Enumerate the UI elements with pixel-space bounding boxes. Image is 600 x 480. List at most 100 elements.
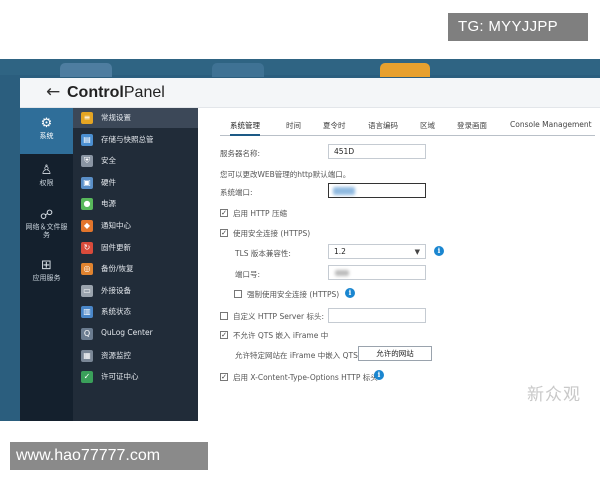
submenu-item-label: 存储与快照总管 xyxy=(101,134,154,144)
obscured-value xyxy=(335,270,349,276)
https-label: 使用安全连接 (HTTPS) xyxy=(233,229,311,238)
chip-icon: ▣ xyxy=(81,176,93,189)
bell-icon: ◆ xyxy=(81,220,93,232)
shield-icon: ⛨ xyxy=(81,155,93,168)
backup-icon: ◎ xyxy=(81,263,93,276)
http-compress-label: 启用 HTTP 压缩 xyxy=(233,209,287,218)
tls-label: TLS 版本兼容性: xyxy=(235,249,291,258)
tab-region[interactable]: 区域 xyxy=(420,120,435,131)
force-https-checkbox[interactable] xyxy=(234,290,242,298)
monitor-icon: ▦ xyxy=(81,349,93,362)
taskbar xyxy=(0,59,600,77)
http-compress-checkbox[interactable]: ✓ xyxy=(220,209,228,217)
system-submenu: ≡ 常规设置 ▤ 存储与快照总管 ⛨ 安全 ▣ 硬件 ● 电源 ◆ 通知中心 ↻ 固件更新 ◎ 备份/恢复 ▭ 外… xyxy=(73,108,198,421)
app-title-light: Panel xyxy=(123,84,165,101)
xcto-checkbox[interactable]: ✓ xyxy=(220,373,228,381)
custom-header-checkbox[interactable] xyxy=(220,312,228,320)
submenu-item-label: 备份/恢复 xyxy=(101,264,134,274)
list-icon: ≡ xyxy=(81,112,93,124)
app-title-bold: Control xyxy=(67,84,124,101)
submenu-item-label: 硬件 xyxy=(101,177,116,187)
tab-login-screen[interactable]: 登录画面 xyxy=(457,120,487,131)
submenu-item-label: 外接设备 xyxy=(101,285,131,295)
user-icon: ♙ xyxy=(40,163,53,178)
arrow-left-icon[interactable]: ← xyxy=(46,83,60,101)
https-checkbox[interactable]: ✓ xyxy=(220,229,228,237)
submenu-item-storage-snapshots[interactable]: ▤ 存储与快照总管 xyxy=(73,130,198,150)
license-icon: ✓ xyxy=(81,371,93,384)
status-icon: ▥ xyxy=(81,306,93,319)
watermark-top: TG: MYYJJPP xyxy=(448,13,588,41)
system-port-input[interactable] xyxy=(328,183,426,198)
app-title: ControlPanel xyxy=(67,84,165,102)
submenu-item-general-settings[interactable]: ≡ 常规设置 xyxy=(73,108,198,128)
refresh-icon: ↻ xyxy=(81,241,93,254)
submenu-item-power[interactable]: ● 电源 xyxy=(73,194,198,214)
main-nav: ⚙ 系统 ♙ 权限 ☍ 网络＆文件服务 ⊞ 应用服务 xyxy=(20,108,73,421)
tab-time[interactable]: 时间 xyxy=(286,120,301,131)
port-number-input[interactable] xyxy=(328,265,426,280)
tab-system-admin[interactable]: 系统管理 xyxy=(230,120,260,136)
submenu-item-resource-monitor[interactable]: ▦ 资源监控 xyxy=(73,346,198,366)
nav-item-network[interactable]: ☍ 网络＆文件服务 xyxy=(20,203,73,248)
xcto-label: 启用 X-Content-Type-Options HTTP 标头 xyxy=(233,373,378,382)
server-name-label: 服务器名称: xyxy=(220,149,261,158)
submenu-item-label: QuLog Center xyxy=(101,328,153,337)
server-name-input[interactable]: 451D xyxy=(328,144,426,159)
info-icon[interactable]: i xyxy=(434,246,444,256)
network-icon: ☍ xyxy=(39,208,54,223)
submenu-item-license-center[interactable]: ✓ 许可证中心 xyxy=(73,367,198,387)
nav-item-label: 权限 xyxy=(39,179,54,187)
settings-content: 系统管理 时间 夏令时 语言编码 区域 登录画面 Console Managem… xyxy=(198,108,600,421)
screenshot-root: TG: MYYJJPP ← ControlPanel ⚙ 系统 ♙ 权限 ☍ 网… xyxy=(0,0,600,480)
custom-header-input[interactable] xyxy=(328,308,426,323)
iframe-block-label: 不允许 QTS 嵌入 iFrame 中 xyxy=(233,331,329,340)
submenu-item-label: 系统状态 xyxy=(101,307,131,317)
taskbar-button[interactable] xyxy=(60,63,112,77)
taskbar-button[interactable] xyxy=(380,63,430,77)
submenu-item-label: 资源监控 xyxy=(101,350,131,360)
submenu-item-label: 电源 xyxy=(101,199,116,209)
usb-icon: ▭ xyxy=(81,284,93,297)
nav-item-label: 网络＆文件服务 xyxy=(25,223,68,239)
gear-icon: ⚙ xyxy=(40,116,53,131)
apps-icon: ⊞ xyxy=(41,258,52,273)
control-panel-window: ← ControlPanel ⚙ 系统 ♙ 权限 ☍ 网络＆文件服务 ⊞ 应用服… xyxy=(20,78,600,421)
submenu-item-label: 通知中心 xyxy=(101,221,131,230)
submenu-item-external-device[interactable]: ▭ 外接设备 xyxy=(73,281,198,301)
submenu-item-qulog-center[interactable]: Q QuLog Center xyxy=(73,324,198,344)
brand-watermark: 新众观 xyxy=(527,385,581,405)
allowed-sites-button[interactable]: 允许的网站 xyxy=(358,346,432,361)
title-bar: ← ControlPanel xyxy=(20,78,600,108)
obscured-value xyxy=(333,187,355,195)
submenu-item-system-status[interactable]: ▥ 系统状态 xyxy=(73,302,198,322)
info-icon[interactable]: i xyxy=(374,370,384,380)
submenu-item-label: 常规设置 xyxy=(101,113,131,122)
submenu-item-notification-center[interactable]: ◆ 通知中心 xyxy=(73,216,198,236)
submenu-item-backup-restore[interactable]: ◎ 备份/恢复 xyxy=(73,259,198,279)
nav-item-apps[interactable]: ⊞ 应用服务 xyxy=(20,253,73,293)
power-icon: ● xyxy=(81,198,93,211)
submenu-item-hardware[interactable]: ▣ 硬件 xyxy=(73,173,198,193)
submenu-item-security[interactable]: ⛨ 安全 xyxy=(73,151,198,171)
tab-dst[interactable]: 夏令时 xyxy=(323,120,346,131)
tab-bar: 系统管理 时间 夏令时 语言编码 区域 登录画面 Console Managem… xyxy=(220,120,595,136)
nav-item-privilege[interactable]: ♙ 权限 xyxy=(20,158,73,198)
tls-select[interactable]: 1.2 ▼ xyxy=(328,244,426,259)
tab-console-management[interactable]: Console Management xyxy=(510,120,592,129)
nav-item-label: 系统 xyxy=(39,132,54,140)
force-https-label: 强制使用安全连接 (HTTPS) xyxy=(247,290,340,299)
iframe-block-checkbox[interactable]: ✓ xyxy=(220,331,228,339)
submenu-item-firmware-update[interactable]: ↻ 固件更新 xyxy=(73,238,198,258)
tls-selected-value: 1.2 xyxy=(334,247,346,256)
iframe-allow-label: 允许特定网站在 iFrame 中嵌入 QTS xyxy=(235,351,358,360)
tab-language[interactable]: 语言编码 xyxy=(368,120,398,131)
info-icon[interactable]: i xyxy=(345,288,355,298)
system-port-label: 系统端口: xyxy=(220,188,253,197)
nav-item-system[interactable]: ⚙ 系统 xyxy=(20,108,73,154)
submenu-item-label: 安全 xyxy=(101,156,116,166)
taskbar-button[interactable] xyxy=(212,63,264,77)
submenu-item-label: 许可证中心 xyxy=(101,372,139,382)
port-hint-text: 您可以更改WEB管理的http默认端口。 xyxy=(220,170,351,179)
log-icon: Q xyxy=(81,328,93,340)
